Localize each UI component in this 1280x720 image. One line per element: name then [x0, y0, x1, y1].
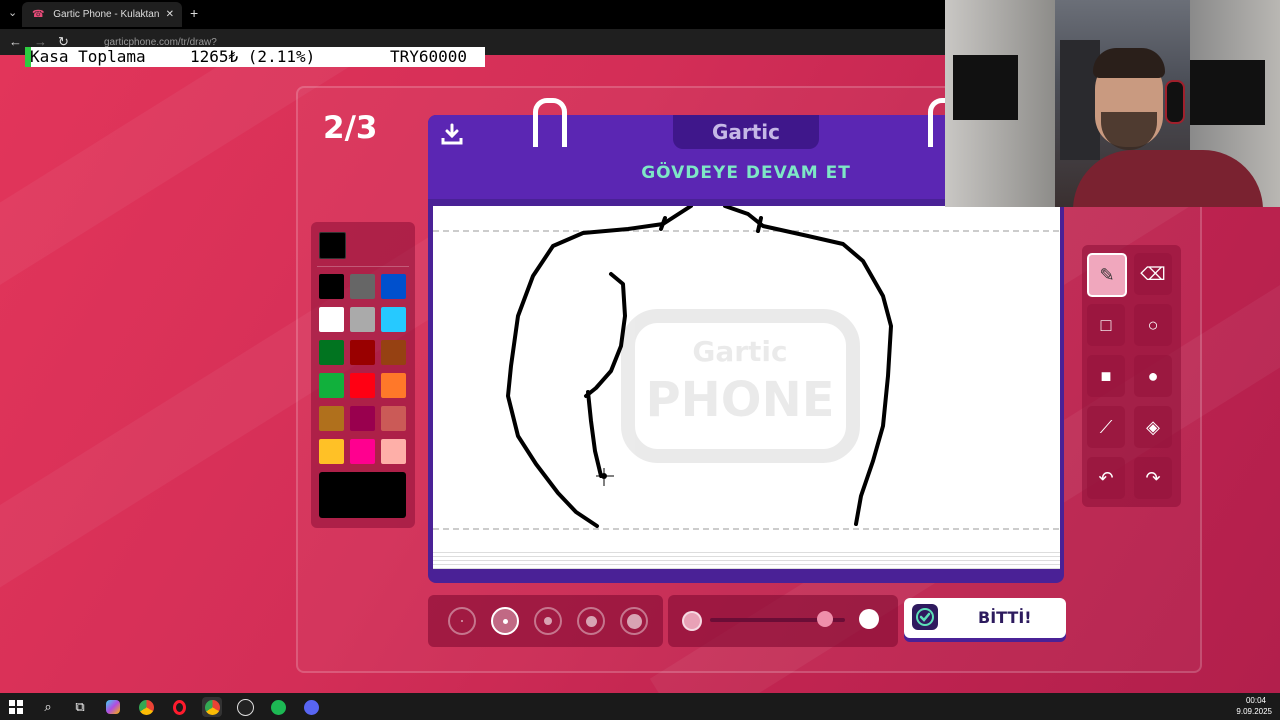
browser-tab[interactable]: ☎ Gartic Phone - Kulaktan Kulağa ✕: [22, 2, 182, 45]
color-swatch[interactable]: [381, 307, 406, 332]
tab-close-icon[interactable]: ✕: [166, 2, 174, 27]
color-swatch[interactable]: [381, 274, 406, 299]
eraser-icon[interactable]: ⌫: [1134, 253, 1172, 295]
color-swatch[interactable]: [319, 406, 344, 431]
color-swatch[interactable]: [381, 406, 406, 431]
taskbar-time: 00:04: [1245, 696, 1266, 705]
taskbar-date: 9.09.2025: [1236, 707, 1272, 716]
color-swatch[interactable]: [319, 340, 344, 365]
color-swatch[interactable]: [350, 274, 375, 299]
color-swatch[interactable]: [381, 439, 406, 464]
color-swatch[interactable]: [350, 406, 375, 431]
brush-size-3[interactable]: [534, 607, 562, 635]
color-swatch[interactable]: [319, 307, 344, 332]
search-icon[interactable]: ⌕: [38, 697, 58, 717]
color-palette: [311, 222, 415, 528]
rectangle-outline-icon[interactable]: □: [1087, 304, 1125, 346]
tab-list-chevron-icon[interactable]: ⌄: [8, 6, 17, 19]
ticker-goal: TRY60000: [390, 47, 468, 66]
task-view-icon[interactable]: ⧉: [70, 697, 90, 717]
hanging-jacket: [1060, 40, 1100, 160]
new-tab-button[interactable]: +: [190, 5, 198, 21]
color-swatch[interactable]: [350, 373, 375, 398]
current-color-swatch: [319, 232, 346, 259]
tool-panel: ✎ ⌫ □ ○ ■ ● ⟋ ◈ ↶ ↷: [1082, 245, 1181, 507]
gartic-phone-watermark: Gartic PHONE: [621, 309, 860, 463]
color-swatch[interactable]: [381, 373, 406, 398]
webcam-overlay: [945, 0, 1280, 207]
svg-text:Gartic: Gartic: [692, 335, 787, 368]
color-swatch[interactable]: [350, 307, 375, 332]
download-icon[interactable]: [440, 122, 464, 151]
done-label: BİTTİ!: [978, 608, 1032, 627]
circle-outline-icon[interactable]: ○: [1134, 304, 1172, 346]
wall-poster-right: [1190, 60, 1265, 125]
undo-icon[interactable]: ↶: [1087, 457, 1125, 499]
ticker-label: Kasa Toplama: [30, 47, 146, 66]
brush-size-bar: [428, 595, 663, 647]
svg-text:PHONE: PHONE: [645, 372, 834, 428]
brush-size-4[interactable]: [577, 607, 605, 635]
back-arrow-icon[interactable]: ←: [9, 34, 22, 49]
pencil-icon[interactable]: ✎: [1087, 253, 1127, 297]
fill-bucket-icon[interactable]: ◈: [1134, 406, 1172, 448]
round-counter: 2/3: [323, 110, 378, 146]
color-swatch[interactable]: [319, 439, 344, 464]
opacity-slider-thumb[interactable]: [816, 611, 833, 627]
checkmark-icon: [912, 604, 938, 630]
headset-icon: [1165, 80, 1185, 124]
notebook-page-edges: [433, 549, 1060, 569]
person-hair: [1093, 48, 1165, 78]
color-swatch[interactable]: [350, 340, 375, 365]
notebook-ring-left: [533, 98, 567, 147]
spotify-icon[interactable]: [268, 697, 288, 717]
ticker-amount: 1265₺ (2.11%): [190, 47, 316, 66]
selected-color-preview[interactable]: [319, 472, 406, 518]
windows-start-icon[interactable]: [6, 697, 26, 717]
person-shirt: [1073, 150, 1263, 207]
person-beard: [1101, 112, 1157, 150]
gartic-logo: Gartic: [673, 115, 819, 149]
donation-ticker: Kasa Toplama 1265₺ (2.11%) TRY60000: [25, 47, 485, 67]
copilot-icon[interactable]: [103, 697, 123, 717]
palette-divider: [317, 266, 409, 267]
windows-taskbar: ⌕ ⧉ 00:04 9.09.2025: [0, 693, 1280, 720]
color-swatch[interactable]: [381, 340, 406, 365]
brush-size-2[interactable]: [491, 607, 519, 635]
color-swatch[interactable]: [319, 274, 344, 299]
circle-filled-icon[interactable]: ●: [1134, 355, 1172, 397]
obs-icon[interactable]: [235, 697, 255, 717]
chrome-active-icon[interactable]: [202, 697, 222, 717]
brush-size-5[interactable]: [620, 607, 648, 635]
brush-size-1[interactable]: [448, 607, 476, 635]
line-icon[interactable]: ⟋: [1087, 406, 1125, 448]
opacity-min-icon: [682, 611, 702, 631]
gartic-favicon-icon: ☎: [32, 9, 45, 20]
opera-icon[interactable]: [169, 697, 189, 717]
color-swatch[interactable]: [350, 439, 375, 464]
discord-icon[interactable]: [301, 697, 321, 717]
opacity-bar: [668, 595, 898, 647]
done-button[interactable]: BİTTİ!: [904, 598, 1066, 638]
rectangle-filled-icon[interactable]: ■: [1087, 355, 1125, 397]
redo-icon[interactable]: ↷: [1134, 457, 1172, 499]
color-swatch[interactable]: [319, 373, 344, 398]
drawing-canvas[interactable]: Gartic PHONE: [433, 206, 1060, 549]
chrome-icon[interactable]: [136, 697, 156, 717]
wall-poster-left: [953, 55, 1018, 120]
opacity-max-icon: [859, 609, 879, 629]
